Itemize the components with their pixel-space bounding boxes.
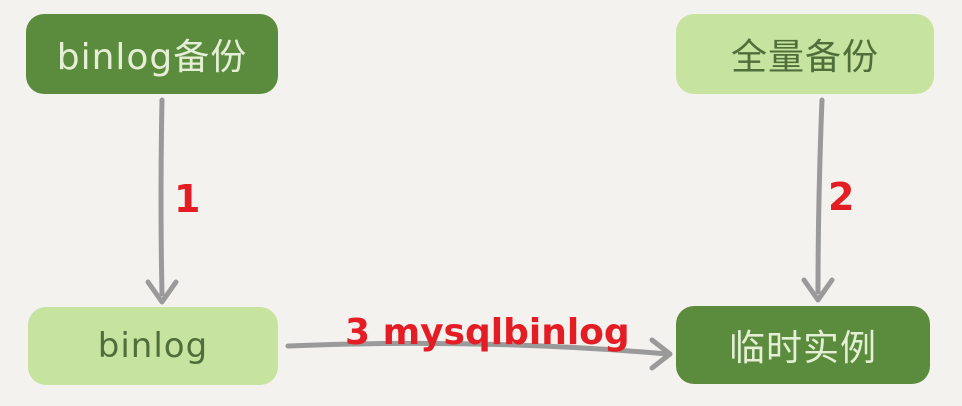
node-temp-instance: 临时实例: [676, 306, 930, 384]
diagram-canvas: 1 2 3 mysqlbinlog binlog备份 全量备份 binlog 临…: [0, 0, 962, 406]
edge-label-step-3: 3 mysqlbinlog: [345, 312, 630, 353]
node-full-backup: 全量备份: [676, 14, 934, 94]
arrow-binlog-backup-to-binlog: [145, 97, 179, 305]
edge-label-step-2: 2: [828, 175, 854, 219]
node-binlog: binlog: [28, 307, 278, 385]
node-binlog-backup: binlog备份: [26, 14, 278, 94]
edge-label-step-1: 1: [174, 177, 200, 221]
